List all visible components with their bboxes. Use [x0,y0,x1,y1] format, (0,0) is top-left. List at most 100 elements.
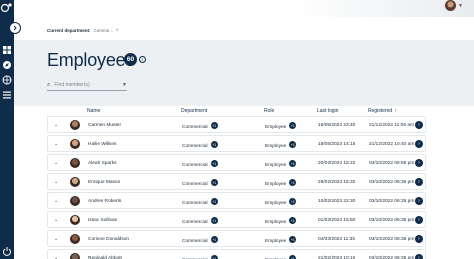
column-header-name[interactable]: Name [87,108,100,114]
registered-date: 03/10/2022 06:36 pm [369,180,415,185]
employee-department: Commercial+1 [182,141,218,149]
table-row[interactable]: ⌄ Andres Roberts Commercial +1 Employee +1… [47,192,426,209]
role-count-badge: +1 [289,236,297,243]
expand-chevron-icon[interactable]: ⌄ [54,141,58,147]
employee-name: Hailie Wilkins [88,142,117,147]
department-selector[interactable]: Current department: Comme... ⌕ [47,27,119,33]
arrow-right-icon[interactable]: › [415,121,423,129]
info-icon[interactable]: i [139,56,146,63]
expand-chevron-icon[interactable]: ⌄ [54,198,58,204]
department-count-badge: +1 [210,179,218,186]
sidebar-toggle-button[interactable] [9,22,21,34]
registered-date: 03/10/2022 06:55 pm [369,161,415,166]
registered-date: 03/10/2022 06:35 pm [369,218,415,223]
logo-icon [0,3,12,13]
globe-icon[interactable] [2,75,12,85]
last-login: 10/02/2023 22:30 [318,199,356,204]
employee-department: Commercial+1 [182,122,218,130]
arrow-right-icon[interactable]: › [415,197,423,205]
employee-department: Commercial+1 [182,217,218,225]
last-login: 18/05/2023 14:15 [318,142,356,147]
expand-chevron-icon[interactable]: ⌄ [54,236,58,242]
list-icon[interactable] [2,90,12,100]
department-label: Current department: [47,27,91,33]
avatar [70,196,80,206]
employee-table: ⌄ Carmen Muster Commercial +1 Employee +1 … [47,116,426,259]
search-icon: ⌕ [47,81,51,88]
table-row[interactable]: ⌄ Aleah Sparks Commercial +1 Employee +1 2… [47,154,426,171]
table-row[interactable]: ⌄ Hailie Wilkins Commercial +1 Employee +1… [47,135,426,152]
avatar [70,177,80,187]
department-count-badge: +1 [210,122,218,129]
compass-icon[interactable] [2,60,12,70]
last-login: 15/05/2023 23:40 [318,123,356,128]
employee-role: Employee+1 [265,236,297,244]
chevron-down-icon[interactable]: ▼ [122,82,127,88]
role-count-badge: +1 [289,255,297,259]
avatar [70,158,80,168]
dashboard-icon[interactable] [2,45,12,55]
chevron-down-icon[interactable]: ▼ [458,3,463,9]
department-count-badge: +1 [210,198,218,205]
employee-role: Employee+1 [265,160,297,168]
table-row[interactable]: ⌄ Corinne Donaldson Commercial +1 Employe… [47,230,426,247]
table-row[interactable]: ⌄ Reginald Abbott Commercial+1 Employee+… [47,249,426,259]
user-avatar[interactable] [445,0,456,11]
table-row[interactable]: ⌄ Carmen Muster Commercial +1 Employee +1 … [47,116,426,133]
department-count-badge: +1 [210,141,218,148]
table-row[interactable]: ⌄ Enrique Mason Commercial +1 Employee +1 … [47,173,426,190]
expand-chevron-icon[interactable]: ⌄ [54,217,58,223]
column-header-last-login[interactable]: Last login [317,108,338,114]
member-search-input[interactable]: ⌕ Find member(s) ▼ [47,80,127,91]
employee-role: Employee+1 [265,217,297,225]
top-bar [14,0,474,17]
department-value[interactable]: Comme... [94,28,114,33]
search-icon[interactable]: ⌕ [116,27,119,33]
employee-department: Commercial+1 [182,160,218,168]
power-icon[interactable] [2,246,12,256]
employee-name: Issac Sullivan [88,218,118,223]
last-login: 04/03/2023 11:35 [318,237,355,242]
expand-chevron-icon[interactable]: ⌄ [54,122,58,128]
arrow-right-icon[interactable]: › [415,178,423,186]
table-row[interactable]: ⌄ Issac Sullivan Commercial +1 Employee +1… [47,211,426,228]
sidebar [0,0,14,259]
page-title: Employees [47,50,135,70]
role-count-badge: +1 [289,122,297,129]
column-header-role[interactable]: Role [264,108,274,114]
employee-name: Enrique Mason [88,180,121,185]
employee-count-badge: 60 [124,53,137,66]
column-header-department[interactable]: Department [181,108,207,114]
employee-name: Andres Roberts [88,199,122,204]
sort-ascending-icon: ↑ [394,108,397,114]
expand-chevron-icon[interactable]: ⌄ [54,179,58,185]
role-count-badge: +1 [289,217,297,224]
employee-name: Aleah Sparks [88,161,117,166]
avatar [70,253,80,259]
arrow-right-icon[interactable]: › [415,235,423,243]
arrow-right-icon[interactable]: › [415,216,423,224]
department-count-badge: +1 [210,236,218,243]
last-login: 28/02/2023 15:32 [318,180,356,185]
avatar [70,234,80,244]
registered-date: 21/12/2022 11:05 am [369,123,414,128]
last-login: 20/03/2023 18:22 [318,161,356,166]
arrow-right-icon[interactable]: › [415,140,423,148]
registered-date: 03/10/2022 06:35 pm [369,199,415,204]
role-count-badge: +1 [289,160,297,167]
expand-chevron-icon[interactable]: ⌄ [54,160,58,166]
expand-chevron-icon[interactable]: ⌄ [54,255,58,259]
employee-department: Commercial+1 [182,236,218,244]
column-header-registered[interactable]: Registered ↑ [368,108,397,114]
department-count-badge: +1 [210,160,218,167]
employee-name: Carmen Muster [88,123,122,128]
employee-department: Commercial+1 [182,198,218,206]
avatar [70,215,80,225]
arrow-right-icon[interactable]: › [415,159,423,167]
employee-role: Employee+1 [265,141,297,149]
avatar [70,139,80,149]
last-login: 01/03/2023 15:50 [318,218,356,223]
employee-role: Employee+1 [265,179,297,187]
arrow-right-icon[interactable]: › [415,254,423,259]
role-count-badge: +1 [289,198,297,205]
